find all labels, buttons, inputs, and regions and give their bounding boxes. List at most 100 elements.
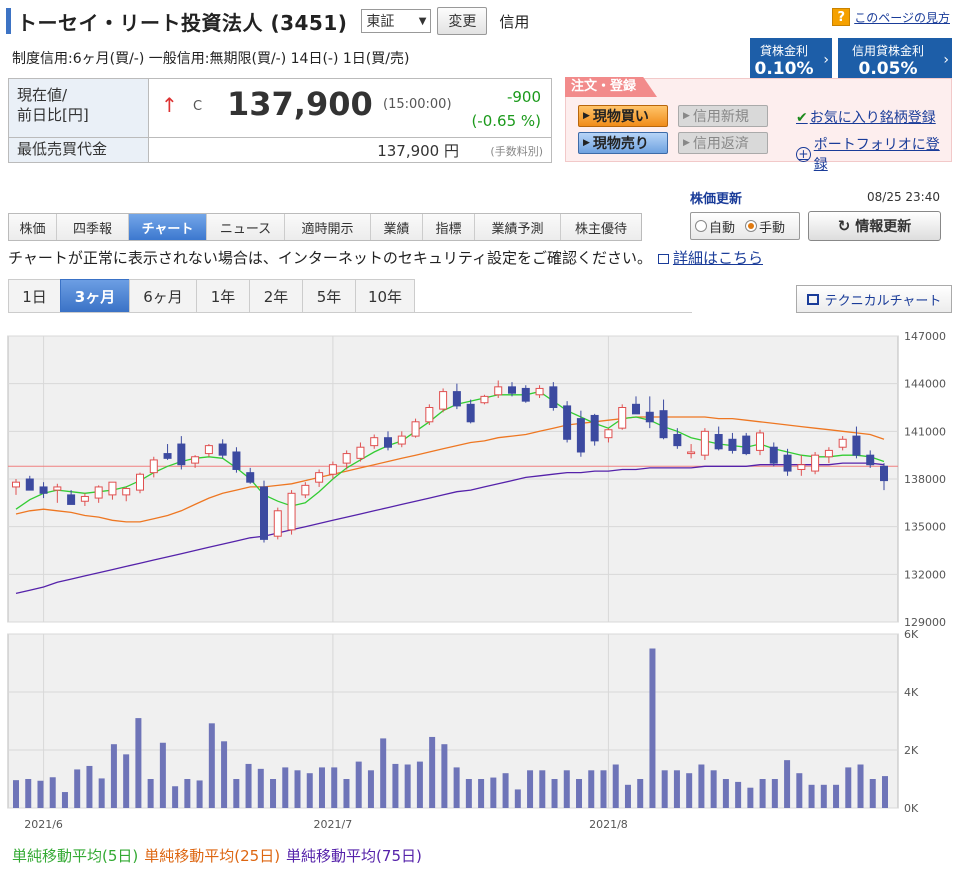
- period-tab-2y[interactable]: 2年: [249, 279, 303, 312]
- update-title: 株価更新: [690, 192, 743, 207]
- volume-bar: [98, 778, 105, 808]
- tab-disclosure[interactable]: 適時開示: [285, 214, 371, 240]
- lending-rate-value: 0.10%: [754, 58, 814, 79]
- tab-results[interactable]: 業績: [371, 214, 423, 240]
- market-select[interactable]: 東証 ▼: [361, 9, 432, 33]
- price-change-pct: (-0.65 %): [471, 112, 541, 130]
- candle: [508, 386, 516, 394]
- candle: [659, 410, 668, 439]
- period-tab-1d[interactable]: 1日: [8, 279, 61, 312]
- volume-bar: [416, 761, 423, 808]
- tab-indicators[interactable]: 指標: [423, 214, 475, 240]
- candle: [94, 486, 103, 499]
- chart-notice-text: チャートが正常に表示されない場合は、インターネットのセキュリティ設定をご確認くだ…: [8, 249, 652, 267]
- tab-benefits[interactable]: 株主優待: [561, 214, 641, 240]
- price-label: 現在値/ 前日比[円]: [9, 79, 149, 137]
- candle: [714, 434, 723, 450]
- period-tab-10y[interactable]: 10年: [355, 279, 415, 312]
- price-tick-label: 135000: [904, 521, 946, 534]
- help-link-text: このページの見方: [854, 10, 950, 25]
- help-link[interactable]: ? このページの見方: [832, 8, 950, 26]
- candle: [645, 411, 654, 423]
- candle: [301, 484, 310, 496]
- volume-bar: [710, 770, 717, 808]
- candle: [191, 456, 200, 464]
- credit-label: 信用: [499, 12, 530, 31]
- period-tab-1y[interactable]: 1年: [196, 279, 250, 312]
- portfolio-link[interactable]: + ポートフォリオに登録: [796, 134, 951, 174]
- candle: [549, 386, 558, 408]
- tab-news[interactable]: ニュース: [207, 214, 285, 240]
- tab-shikiho[interactable]: 四季報: [57, 214, 129, 240]
- volume-bar: [257, 768, 264, 808]
- manual-radio[interactable]: [745, 220, 758, 232]
- tab-forecast[interactable]: 業績予測: [475, 214, 561, 240]
- credit-new-label: 信用新規: [692, 109, 749, 125]
- period-tab-6m[interactable]: 6ヶ月: [129, 279, 197, 312]
- details-link[interactable]: 詳細はこちら: [673, 249, 763, 267]
- candle: [39, 486, 48, 494]
- period-tab-3m[interactable]: 3ヶ月: [60, 279, 130, 312]
- volume-bar: [110, 744, 117, 808]
- period-tab-5y[interactable]: 5年: [302, 279, 356, 312]
- volume-bar: [245, 763, 252, 808]
- volume-bar: [820, 784, 827, 808]
- chevron-right-icon: ›: [823, 52, 829, 68]
- order-panel: 注文・登録 ▶ 現物買い ▶ 現物売り ▶ 信用新規 ▶ 信用返済 ✔ お気に入り銘柄登録…: [565, 77, 952, 173]
- volume-bar: [796, 773, 803, 808]
- candle: [535, 387, 544, 396]
- volume-bar: [771, 779, 778, 808]
- price-time: (15:00:00): [383, 97, 452, 112]
- technical-chart-button[interactable]: テクニカルチャート: [796, 285, 952, 313]
- volume-bar: [539, 770, 546, 808]
- candle: [80, 495, 89, 502]
- legend-ma5: 単純移動平均(5日): [12, 847, 139, 865]
- favorite-link[interactable]: ✔ お気に入り銘柄登録: [796, 107, 936, 127]
- volume-bar: [392, 763, 399, 808]
- volume-bar: [86, 765, 93, 808]
- candle: [797, 464, 806, 470]
- min-trade-label: 最低売買代金: [9, 138, 149, 162]
- candle: [452, 391, 461, 407]
- candle: [122, 488, 131, 496]
- volume-bar: [624, 784, 631, 808]
- spot-sell-button[interactable]: ▶ 現物売り: [578, 132, 668, 154]
- volume-tick-label: 4K: [904, 686, 919, 699]
- volume-bar: [588, 770, 595, 808]
- tab-price[interactable]: 株価: [9, 214, 57, 240]
- tab-chart[interactable]: チャート: [129, 214, 207, 240]
- volume-bar: [661, 770, 668, 808]
- price-row: 現在値/ 前日比[円] ↑ C 137,900 (15:00:00) -900 …: [9, 79, 551, 138]
- refresh-button[interactable]: ↻ 情報更新: [808, 211, 941, 241]
- volume-bar: [735, 781, 742, 808]
- volume-bar: [367, 770, 374, 808]
- volume-bar: [845, 767, 852, 808]
- auto-radio[interactable]: [695, 220, 707, 232]
- volume-bar: [37, 780, 44, 808]
- volume-tick-label: 6K: [904, 628, 919, 641]
- triangle-right-icon: ▶: [583, 138, 590, 148]
- volume-bar: [857, 764, 864, 808]
- up-arrow-icon: ↑: [161, 93, 178, 117]
- candle: [136, 473, 144, 491]
- change-button[interactable]: 変更: [437, 7, 488, 35]
- spot-sell-label: 現物売り: [592, 136, 649, 152]
- credit-lending-rate-button[interactable]: 信用貸株金利 0.05% ›: [838, 38, 952, 82]
- volume-bar: [221, 741, 228, 808]
- volume-bar: [208, 723, 215, 808]
- credit-new-button[interactable]: ▶ 信用新規: [678, 105, 768, 127]
- spot-buy-button[interactable]: ▶ 現物買い: [578, 105, 668, 127]
- credit-lending-rate-value: 0.05%: [858, 58, 918, 79]
- volume-bar: [649, 648, 656, 808]
- credit-return-button[interactable]: ▶ 信用返済: [678, 132, 768, 154]
- chevron-right-icon: ›: [943, 52, 949, 68]
- window-icon: [806, 293, 819, 305]
- volume-bar: [355, 761, 362, 808]
- credit-return-label: 信用返済: [692, 136, 749, 152]
- credit-lending-rate-label: 信用貸株金利: [851, 43, 924, 58]
- x-tick-label: 2021/7: [314, 818, 353, 831]
- lending-rate-button[interactable]: 貸株金利 0.10% ›: [750, 38, 832, 82]
- volume-tick-label: 0K: [904, 802, 919, 815]
- candle: [67, 494, 76, 505]
- candle: [149, 459, 158, 474]
